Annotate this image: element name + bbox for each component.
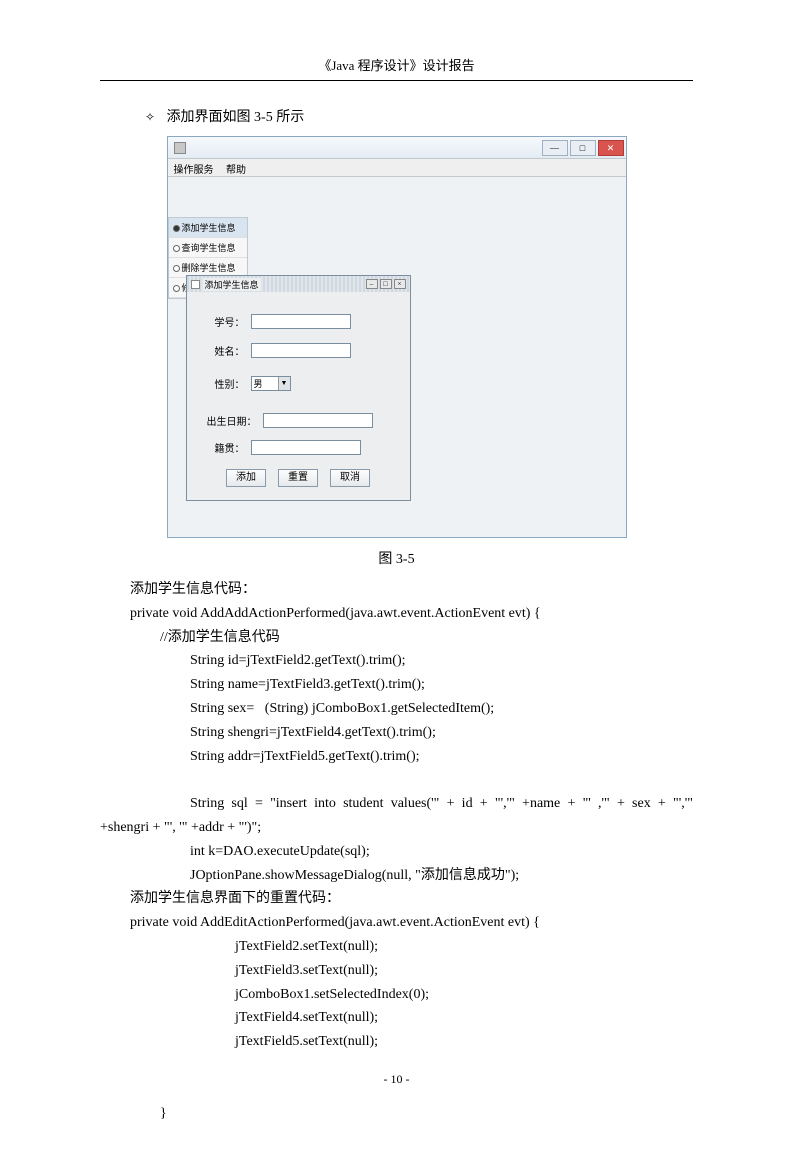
code-line: String name=jTextField3.getText().trim()… <box>100 673 693 697</box>
iframe-minimize-icon[interactable]: – <box>366 279 378 289</box>
sex-value: 男 <box>252 377 278 390</box>
sidebar-item-label: 查询学生信息 <box>182 243 236 253</box>
iframe-close-icon[interactable]: × <box>394 279 406 289</box>
name-field[interactable] <box>251 343 351 358</box>
page-number: - 10 - <box>0 1072 793 1087</box>
code-line: String id=jTextField2.getText().trim(); <box>100 649 693 673</box>
code-blank <box>100 768 693 792</box>
cancel-button[interactable]: 取消 <box>330 469 370 487</box>
label-addr: 籍贯： <box>205 440 245 455</box>
row-sex: 性别： 男 ▼ <box>187 372 410 395</box>
code-line: jTextField3.setText(null); <box>100 959 693 983</box>
window-titlebar: — □ ✕ <box>168 137 626 159</box>
code-line: String addr=jTextField5.getText().trim()… <box>100 745 693 769</box>
label-sex: 性别： <box>205 376 245 391</box>
code-line: String sql = "insert into student values… <box>100 792 693 816</box>
code-line: private void AddEditActionPerformed(java… <box>100 911 693 935</box>
form-body: 学号： 姓名： 性别： 男 ▼ 出生 <box>187 292 410 497</box>
menubar: 操作服务 帮助 <box>168 159 626 177</box>
code-line: 添加学生信息代码： <box>100 578 693 602</box>
header-rule <box>100 80 693 81</box>
label-birth: 出生日期： <box>205 413 257 428</box>
row-birth: 出生日期： <box>187 409 410 432</box>
label-name: 姓名： <box>205 343 245 358</box>
radio-icon <box>173 265 180 272</box>
page-header: 《Java 程序设计》设计报告 <box>100 55 693 74</box>
minimize-button[interactable]: — <box>542 140 568 156</box>
label-id: 学号： <box>205 314 245 329</box>
code-line: int k=DAO.executeUpdate(sql); <box>100 840 693 864</box>
code-line: //添加学生信息代码 <box>100 626 693 650</box>
birth-field[interactable] <box>263 413 373 428</box>
chevron-down-icon: ▼ <box>278 377 290 390</box>
radio-icon <box>173 245 180 252</box>
code-line: jTextField5.setText(null); <box>100 1030 693 1054</box>
iframe-maximize-icon[interactable]: □ <box>380 279 392 289</box>
menu-help[interactable]: 帮助 <box>226 165 246 176</box>
section-heading: ✧ 添加界面如图 3-5 所示 <box>145 106 693 126</box>
internal-frame-title: 添加学生信息 <box>203 278 261 291</box>
internal-frame-titlebar: 添加学生信息 – □ × <box>187 276 410 292</box>
maximize-button[interactable]: □ <box>570 140 596 156</box>
java-app-icon <box>174 142 186 154</box>
app-window: — □ ✕ 操作服务 帮助 添加学生信息 查询学生信息 删除学生信息 修改学生信… <box>167 136 627 538</box>
row-addr: 籍贯： <box>187 436 410 459</box>
code-line: String sex= (String) jComboBox1.getSelec… <box>100 697 693 721</box>
code-line: jTextField2.setText(null); <box>100 935 693 959</box>
internal-frame: 添加学生信息 – □ × 学号： 姓名： <box>186 275 411 501</box>
code-line: String shengri=jTextField4.getText().tri… <box>100 721 693 745</box>
code-line: +shengri + "', '" +addr + "')"; <box>100 816 693 840</box>
figure-caption: 图 3-5 <box>100 548 693 568</box>
app-body: 添加学生信息 查询学生信息 删除学生信息 修改学生信息 添加学生信息 – □ × <box>168 177 626 537</box>
row-id: 学号： <box>187 310 410 333</box>
reset-button[interactable]: 重置 <box>278 469 318 487</box>
code-line: JOptionPane.showMessageDialog(null, "添加信… <box>100 864 693 888</box>
code-line: jComboBox1.setSelectedIndex(0); <box>100 983 693 1007</box>
sidebar-item-label: 添加学生信息 <box>182 223 236 233</box>
sidebar-item-query[interactable]: 查询学生信息 <box>169 238 247 258</box>
addr-field[interactable] <box>251 440 361 455</box>
code-line: 添加学生信息界面下的重置代码： <box>100 887 693 911</box>
sidebar-item-label: 删除学生信息 <box>182 263 236 273</box>
diamond-bullet-icon: ✧ <box>145 110 155 124</box>
close-button[interactable]: ✕ <box>598 140 624 156</box>
code-block: 添加学生信息代码： private void AddAddActionPerfo… <box>100 578 693 1125</box>
sex-combobox[interactable]: 男 ▼ <box>251 376 291 391</box>
code-line: jTextField4.setText(null); <box>100 1006 693 1030</box>
radio-icon <box>173 285 180 292</box>
frame-icon <box>191 280 200 289</box>
section-heading-text: 添加界面如图 3-5 所示 <box>167 110 305 125</box>
id-field[interactable] <box>251 314 351 329</box>
button-row: 添加 重置 取消 <box>187 459 410 497</box>
code-line: private void AddAddActionPerformed(java.… <box>100 602 693 626</box>
radio-icon <box>173 225 180 232</box>
add-button[interactable]: 添加 <box>226 469 266 487</box>
sidebar-item-add[interactable]: 添加学生信息 <box>169 218 247 238</box>
menu-operations[interactable]: 操作服务 <box>174 165 214 176</box>
row-name: 姓名： <box>187 339 410 362</box>
